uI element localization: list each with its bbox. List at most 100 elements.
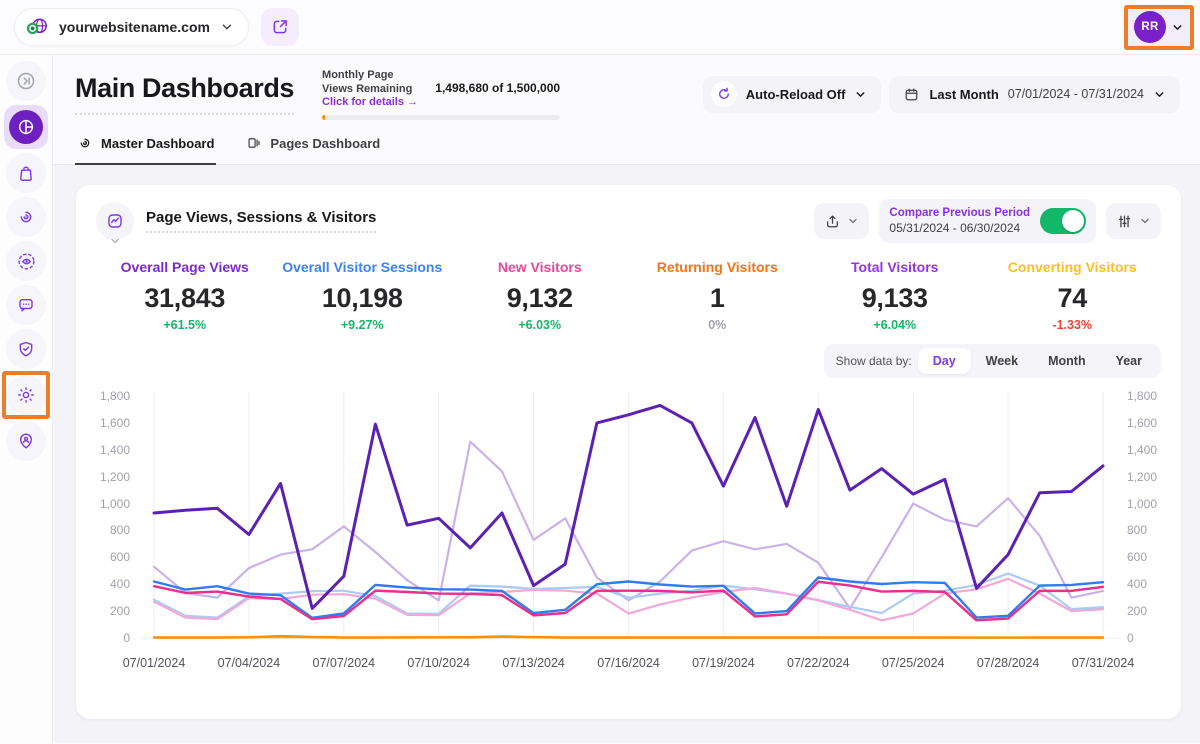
metric-total-visitors[interactable]: Total Visitors 9,133 +6.04% — [806, 259, 984, 332]
y-axis-left: 1,8001,6001,4001,2001,0008006004002000 — [96, 386, 138, 654]
website-name: yourwebsitename.com — [59, 19, 210, 35]
metric-value: 1 — [629, 283, 807, 314]
open-in-new-icon — [270, 17, 290, 37]
date-range-picker[interactable]: Last Month 07/01/2024 - 07/31/2024 — [889, 76, 1180, 113]
spiral-icon — [16, 207, 36, 227]
metric-label: New Visitors — [451, 259, 629, 275]
metric-label: Overall Visitor Sessions — [274, 259, 452, 275]
sidebar-item-visitor-location[interactable] — [6, 421, 46, 461]
chevron-down-icon — [847, 215, 859, 227]
toggle-knob — [1062, 210, 1084, 232]
metric-label: Overall Page Views — [96, 259, 274, 275]
metric-label: Returning Visitors — [629, 259, 807, 275]
granularity-month[interactable]: Month — [1033, 348, 1100, 374]
quota-progressbar — [322, 115, 560, 120]
sidebar — [0, 55, 53, 744]
metric-overall-page-views[interactable]: Overall Page Views 31,843 +61.5% — [96, 259, 274, 332]
quota-details-link[interactable]: Click for details → — [322, 96, 425, 108]
chevron-down-icon — [1139, 215, 1151, 227]
website-selector[interactable]: yourwebsitename.com — [14, 8, 249, 46]
page-header: Main Dashboards Monthly Page Views Remai… — [53, 55, 1200, 133]
date-range-value: 07/01/2024 - 07/31/2024 — [1008, 87, 1144, 101]
tab-master-dashboard[interactable]: Master Dashboard — [75, 133, 216, 164]
content: Page Views, Sessions & Visitors Compare … — [53, 165, 1200, 743]
export-button[interactable] — [814, 203, 869, 239]
compare-toggle[interactable] — [1040, 208, 1086, 234]
tab-label: Pages Dashboard — [270, 136, 380, 151]
metric-delta: 0% — [629, 318, 807, 332]
sidebar-item-behavior[interactable] — [6, 197, 46, 237]
shopping-bag-icon — [16, 163, 36, 183]
profile-menu[interactable]: RR — [1124, 5, 1194, 50]
metric-value: 9,133 — [806, 283, 984, 314]
metric-value: 10,198 — [274, 283, 452, 314]
export-icon — [824, 213, 841, 230]
chart-settings-button[interactable] — [1106, 203, 1161, 239]
quota-widget: Monthly Page Views Remaining Click for d… — [322, 68, 560, 121]
metric-delta: +9.27% — [274, 318, 452, 332]
show-data-by-control: Show data by: Day Week Month Year — [824, 344, 1161, 378]
metric-delta: +6.04% — [806, 318, 984, 332]
metric-label: Converting Visitors — [984, 259, 1162, 275]
compare-label: Compare Previous Period — [889, 207, 1030, 219]
avatar: RR — [1134, 11, 1166, 43]
collapse-panel-icon[interactable] — [6, 61, 46, 101]
spiral-icon — [77, 135, 93, 151]
location-user-icon — [16, 431, 36, 451]
compare-range: 05/31/2024 - 06/30/2024 — [889, 221, 1030, 235]
dashboards-icon — [9, 110, 43, 144]
auto-reload-dropdown[interactable]: Auto-Reload Off — [703, 76, 882, 113]
metric-overall-visitor-sessions[interactable]: Overall Visitor Sessions 10,198 +9.27% — [274, 259, 452, 332]
metric-returning-visitors[interactable]: Returning Visitors 1 0% — [629, 259, 807, 332]
compare-previous-period: Compare Previous Period 05/31/2024 - 06/… — [879, 199, 1096, 243]
metric-delta: -1.33% — [984, 318, 1162, 332]
widget-title: Page Views, Sessions & Visitors — [146, 209, 376, 233]
gear-icon — [16, 385, 36, 405]
tab-pages-dashboard[interactable]: Pages Dashboard — [244, 133, 382, 164]
page-title: Main Dashboards — [75, 73, 294, 115]
sidebar-item-privacy[interactable] — [6, 329, 46, 369]
granularity-year[interactable]: Year — [1101, 348, 1157, 374]
chevron-down-icon — [1153, 88, 1166, 101]
main-area: Main Dashboards Monthly Page Views Remai… — [53, 55, 1200, 744]
sidebar-item-session-recordings[interactable] — [6, 241, 46, 281]
show-data-by-label: Show data by: — [836, 354, 912, 368]
eye-target-icon — [16, 251, 37, 272]
metric-value: 9,132 — [451, 283, 629, 314]
sliders-icon — [1116, 213, 1133, 230]
chevron-down-icon — [854, 88, 867, 101]
metric-converting-visitors[interactable]: Converting Visitors 74 -1.33% — [984, 259, 1162, 332]
website-logo-icon — [25, 15, 49, 39]
sidebar-item-dashboards[interactable] — [4, 105, 48, 149]
widget-icon[interactable] — [96, 202, 134, 240]
granularity-day[interactable]: Day — [918, 348, 971, 374]
quota-progress-fill — [322, 115, 325, 120]
settings-highlight-annotation — [2, 371, 50, 419]
refresh-icon — [711, 81, 737, 107]
sidebar-item-settings[interactable] — [6, 375, 46, 415]
open-website-button[interactable] — [261, 8, 299, 46]
metric-delta: +61.5% — [96, 318, 274, 332]
line-chart: 1,8001,6001,4001,2001,0008006004002000 1… — [96, 386, 1161, 678]
shield-check-icon — [16, 339, 36, 359]
quota-label: Monthly Page Views Remaining — [322, 68, 425, 97]
chart-plot[interactable] — [138, 386, 1119, 654]
y-axis-right: 1,8001,6001,4001,2001,0008006004002000 — [1119, 386, 1161, 654]
date-preset-label: Last Month — [929, 87, 998, 102]
metric-label: Total Visitors — [806, 259, 984, 275]
chevron-down-icon — [109, 235, 121, 247]
widget-card: Page Views, Sessions & Visitors Compare … — [76, 185, 1181, 719]
sidebar-item-ecommerce[interactable] — [6, 153, 46, 193]
auto-reload-label: Auto-Reload Off — [746, 87, 846, 102]
metric-value: 74 — [984, 283, 1162, 314]
line-chart-icon — [105, 211, 125, 231]
granularity-week[interactable]: Week — [971, 348, 1033, 374]
sidebar-item-feedback[interactable] — [6, 285, 46, 325]
pages-icon — [246, 135, 262, 151]
metric-delta: +6.03% — [451, 318, 629, 332]
chat-bubble-icon — [16, 295, 36, 315]
tab-label: Master Dashboard — [101, 136, 214, 151]
dashboard-tabs: Master Dashboard Pages Dashboard — [53, 133, 1200, 165]
metric-new-visitors[interactable]: New Visitors 9,132 +6.03% — [451, 259, 629, 332]
quota-value: 1,498,680 of 1,500,000 — [435, 81, 560, 95]
